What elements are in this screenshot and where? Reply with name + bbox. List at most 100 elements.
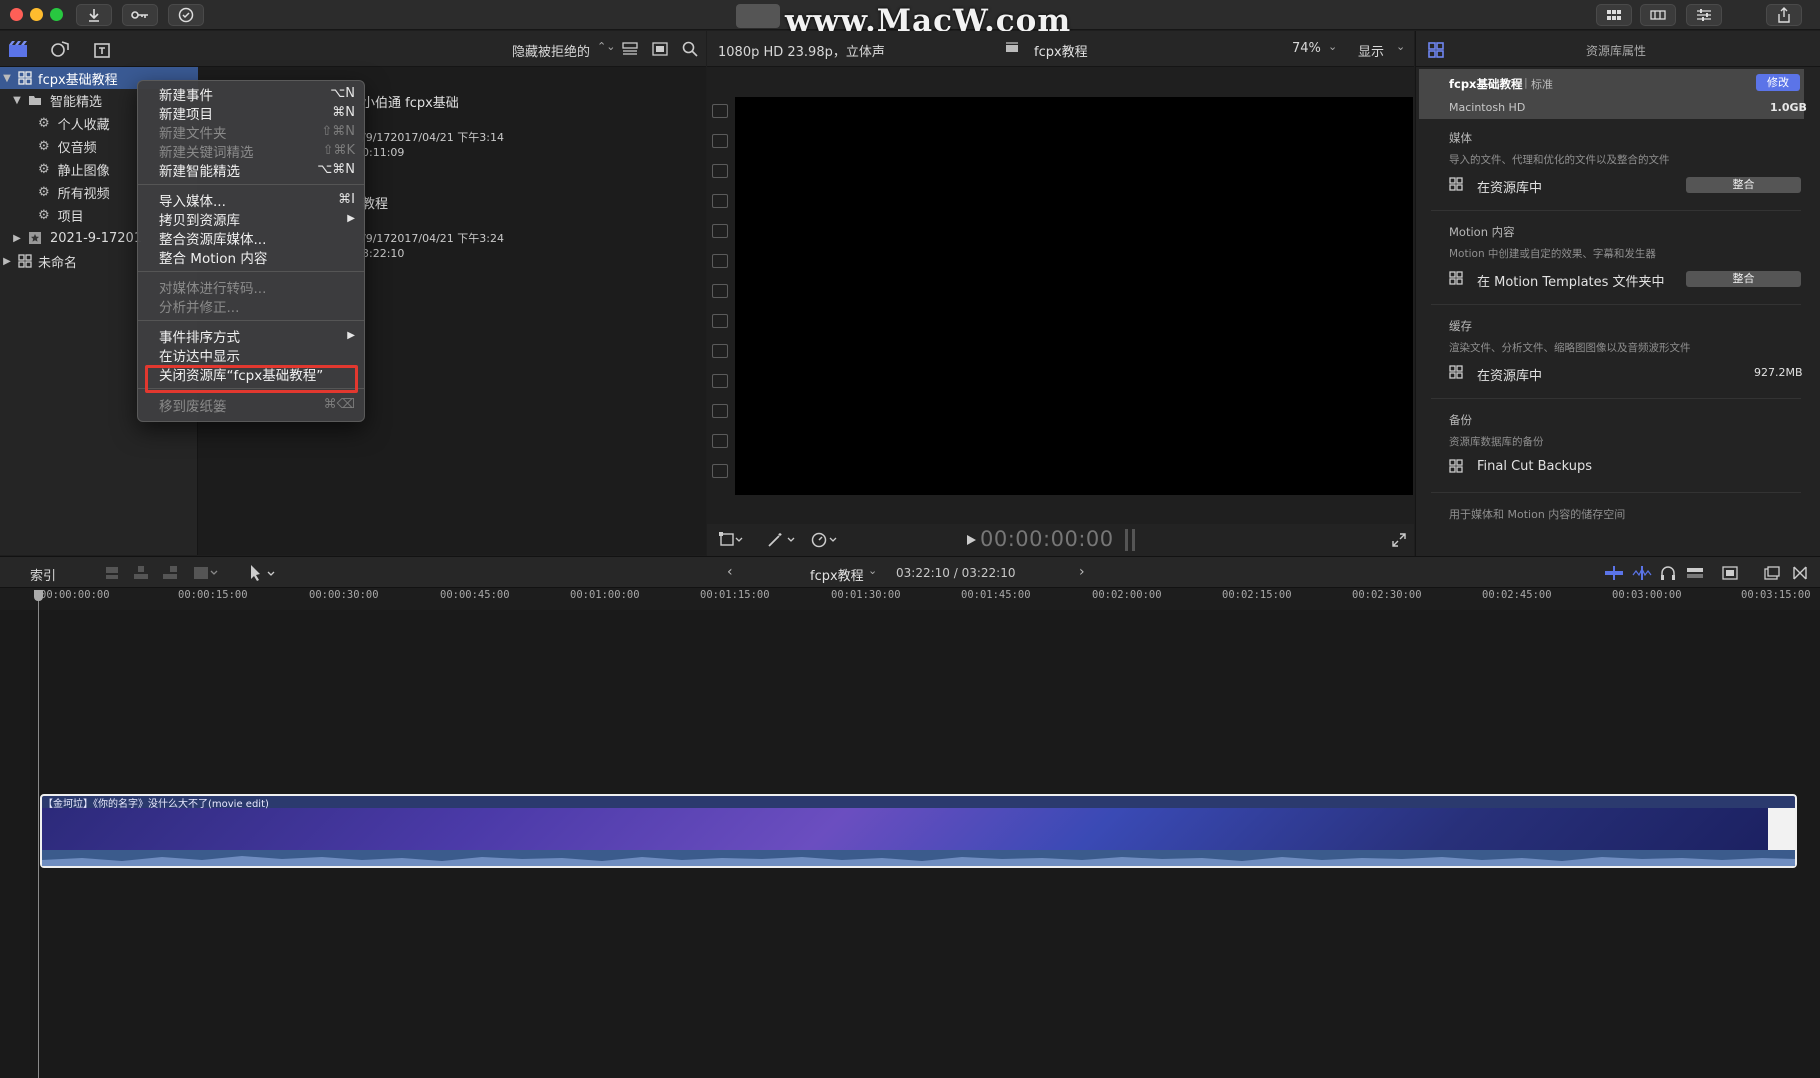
fullscreen-icon[interactable]: [1392, 533, 1406, 547]
filmstrip-view-icon[interactable]: [652, 42, 668, 56]
menu-separator: [138, 184, 364, 185]
share-button[interactable]: [1766, 4, 1802, 26]
menu-item-copy-to-library[interactable]: 拷贝到资源库 ▶: [138, 209, 364, 229]
filter-updown-icon: ⌃⌄: [597, 40, 616, 53]
library-icon: [1449, 271, 1463, 285]
menu-item-new-project[interactable]: 新建项目 ⌘N: [138, 103, 364, 123]
filmstrip-frame: [712, 104, 728, 118]
playhead-handle[interactable]: [34, 590, 43, 601]
sidebar-item-label: 所有视频: [57, 186, 110, 202]
inspector-toggle-button[interactable]: [1686, 4, 1722, 26]
gear-icon: ⚙: [38, 184, 50, 200]
menu-item-new-event[interactable]: 新建事件 ⌥N: [138, 84, 364, 104]
connect-clip-icon[interactable]: [104, 565, 120, 581]
timecode-display[interactable]: 00:00:00:00: [980, 527, 1114, 551]
consolidate-media-button[interactable]: 整合: [1686, 177, 1801, 193]
inspector-toolbar: 资源库属性: [1415, 31, 1820, 67]
disclosure-triangle-icon[interactable]: ▶: [0, 256, 14, 267]
library-icon: [1449, 459, 1463, 473]
menu-item-import-media[interactable]: 导入媒体... ⌘I: [138, 190, 364, 210]
browser-item[interactable]: 小伯通 fcpx基础 /9/172017/04/21 下午3:14 0:11:0…: [362, 92, 662, 162]
video-canvas[interactable]: [735, 97, 1413, 495]
modify-button[interactable]: 修改: [1756, 74, 1800, 91]
titles-generators-icon[interactable]: [92, 40, 112, 58]
index-button[interactable]: 索引: [30, 565, 56, 584]
play-icon[interactable]: [965, 534, 977, 546]
clip-appearance-icon[interactable]: [622, 42, 638, 56]
menu-item-transcode-media[interactable]: 对媒体进行转码...: [138, 277, 364, 297]
keywords-button[interactable]: [122, 4, 158, 26]
display-popup[interactable]: 显示: [1358, 41, 1384, 60]
menu-item-analyze-and-fix[interactable]: 分析并修正...: [138, 296, 364, 316]
playhead[interactable]: [38, 593, 39, 1078]
browser-item[interactable]: 教程 /9/172017/04/21 下午3:24 3:22:10: [362, 193, 662, 263]
timeline-ruler[interactable]: 00:00:00:00 00:00:15:00 00:00:30:00 00:0…: [0, 588, 1820, 610]
project-duration: 03:22:10 / 03:22:10: [896, 566, 1016, 580]
skimming-icon[interactable]: [1604, 566, 1624, 580]
ruler-tick: 00:01:30:00: [831, 589, 901, 601]
menu-item-new-folder[interactable]: 新建文件夹 ⇧⌘N: [138, 122, 364, 142]
effects-browser-icon[interactable]: [1764, 566, 1780, 580]
menu-item-label: 新建文件夹: [159, 125, 227, 142]
library-name: fcpx基础教程: [1449, 77, 1523, 91]
zoom-popup[interactable]: 74%: [1292, 41, 1321, 56]
headphones-icon[interactable]: [1660, 565, 1676, 581]
title-bar: www.MacW.com: [0, 0, 1820, 39]
filmstrip-frame: [712, 254, 728, 268]
menu-item-label: 整合 Motion 内容: [159, 250, 268, 267]
speed-gauge-icon[interactable]: [811, 532, 839, 548]
timeline-toggle-button[interactable]: [1640, 4, 1676, 26]
menu-item-move-to-trash[interactable]: 移到废纸篓 ⌘⌫: [138, 395, 364, 415]
disclosure-triangle-icon[interactable]: ▶: [10, 233, 24, 244]
disclosure-triangle-icon[interactable]: ▼: [0, 73, 14, 84]
browser-toggle-button[interactable]: [1596, 4, 1632, 26]
filter-popup[interactable]: 隐藏被拒绝的: [512, 41, 590, 60]
ruler-tick: 00:00:00:00: [40, 589, 110, 601]
overwrite-clip-icon[interactable]: [193, 565, 221, 581]
search-icon[interactable]: [682, 41, 698, 57]
import-button[interactable]: [76, 4, 112, 26]
section-description: Motion 中创建或自定的效果、字幕和发生器: [1449, 248, 1656, 260]
section-divider: [1431, 398, 1801, 399]
forward-arrow-icon[interactable]: ›: [1079, 564, 1085, 580]
key-icon: [131, 9, 149, 21]
zoom-window-button[interactable]: [50, 8, 63, 21]
menu-item-sort-events-by[interactable]: 事件排序方式 ▶: [138, 326, 364, 346]
disclosure-triangle-icon[interactable]: ▼: [10, 95, 24, 106]
consolidate-motion-button[interactable]: 整合: [1686, 271, 1801, 287]
sidebar-item-label: 2021-9-17201: [50, 230, 143, 246]
menu-item-label: 移到废纸篓: [159, 398, 227, 415]
minimize-window-button[interactable]: [30, 8, 43, 21]
transform-icon[interactable]: [719, 532, 743, 548]
browser-item-duration: 3:22:10: [362, 247, 405, 260]
insert-clip-icon[interactable]: [133, 565, 149, 581]
photos-audio-icon[interactable]: [50, 40, 70, 58]
background-tasks-button[interactable]: [168, 4, 204, 26]
browser-item-date: /9/172017/04/21 下午3:14: [362, 131, 505, 144]
sidebar-item-label: 智能精选: [50, 94, 103, 110]
close-window-button[interactable]: [10, 8, 23, 21]
viewer-format: 1080p HD 23.98p，立体声: [718, 45, 885, 60]
transitions-browser-icon[interactable]: [1793, 566, 1807, 580]
library-properties-icon[interactable]: [1428, 42, 1444, 58]
sidebar-item-label: 静止图像: [57, 163, 110, 179]
select-tool-icon[interactable]: [248, 564, 278, 582]
menu-item-new-smart-collection[interactable]: 新建智能精选 ⌥⌘N: [138, 160, 364, 180]
menu-item-consolidate-motion-content[interactable]: 整合 Motion 内容: [138, 247, 364, 267]
magic-wand-icon[interactable]: [767, 532, 795, 548]
back-arrow-icon[interactable]: ‹: [727, 564, 733, 580]
append-clip-icon[interactable]: [162, 565, 178, 581]
audio-skimming-icon[interactable]: [1632, 566, 1652, 580]
project-name-popup[interactable]: fcpx教程: [810, 565, 864, 584]
storage-location: Final Cut Backups: [1477, 459, 1593, 474]
submenu-arrow-icon: ▶: [347, 330, 355, 341]
library-icon: [1449, 177, 1463, 191]
clip-appearance-icon[interactable]: [1722, 566, 1738, 580]
solo-icon[interactable]: [1686, 566, 1704, 580]
menu-item-reveal-in-finder[interactable]: 在访达中显示: [138, 345, 364, 365]
menu-item-new-keyword-collection[interactable]: 新建关键词精选 ⇧⌘K: [138, 141, 364, 161]
menu-item-consolidate-library-media[interactable]: 整合资源库媒体...: [138, 228, 364, 248]
storage-location: 在资源库中: [1477, 181, 1543, 196]
library-media-icon[interactable]: [8, 40, 28, 58]
sidebar-item-label: 仅音频: [57, 140, 97, 156]
